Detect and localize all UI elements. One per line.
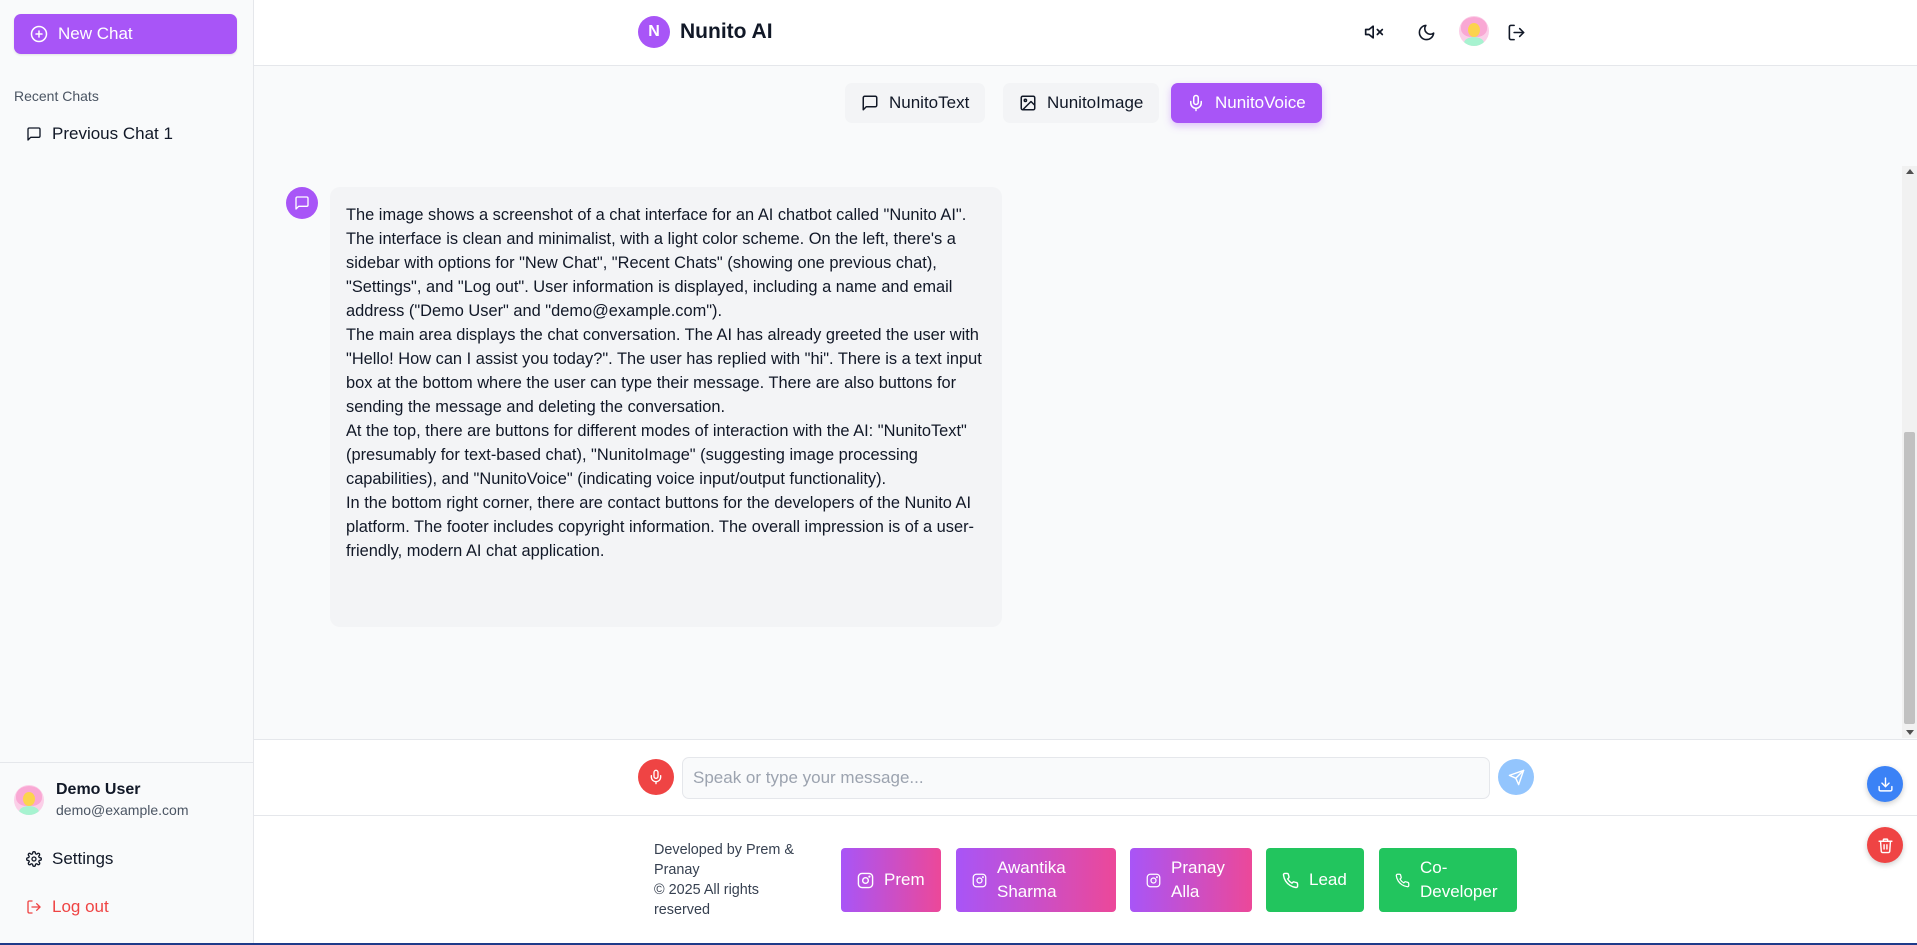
tab-label: NunitoImage xyxy=(1047,93,1144,112)
chat-scrollbar[interactable] xyxy=(1902,166,1917,738)
instagram-icon xyxy=(1146,873,1161,887)
new-chat-button[interactable]: New Chat xyxy=(14,14,237,54)
volume-mute-icon xyxy=(1364,25,1384,39)
contact-button-co-developer[interactable]: Co-Developer xyxy=(1379,848,1517,912)
new-chat-label: New Chat xyxy=(58,24,133,43)
user-email: demo@example.com xyxy=(56,802,189,818)
contact-label: Lead xyxy=(1309,870,1347,889)
contact-button-prem[interactable]: Prem xyxy=(841,848,941,912)
send-button[interactable] xyxy=(1498,759,1534,795)
top-header: N Nunito AI xyxy=(254,0,1917,66)
logout-button[interactable]: Log out xyxy=(26,897,109,917)
assistant-message: The image shows a screenshot of a chat i… xyxy=(330,187,1002,627)
brand: N Nunito AI xyxy=(638,16,773,48)
message-paragraph: The interface is clean and minimalist, w… xyxy=(346,230,956,320)
settings-label: Settings xyxy=(52,849,114,868)
footer-credits: Developed by Prem & Pranay © 2025 All ri… xyxy=(654,840,804,920)
trash-icon xyxy=(1877,837,1893,853)
tab-nunito-image[interactable]: NunitoImage xyxy=(1003,83,1160,123)
message-square-icon xyxy=(862,95,878,111)
plus-circle-icon xyxy=(30,25,48,43)
voice-input-button[interactable] xyxy=(638,759,674,795)
contact-label: Awantika Sharma xyxy=(997,858,1066,901)
gear-icon xyxy=(26,851,42,867)
recent-chat-label: Previous Chat 1 xyxy=(52,124,173,143)
settings-button[interactable]: Settings xyxy=(26,849,113,869)
contact-label: Pranay Alla xyxy=(1171,858,1225,901)
message-input[interactable] xyxy=(682,757,1490,799)
scroll-up-arrow[interactable] xyxy=(1906,169,1914,174)
user-info: Demo User demo@example.com xyxy=(14,781,189,818)
logout-icon xyxy=(1508,24,1524,40)
footer: Developed by Prem & Pranay © 2025 All ri… xyxy=(254,815,1917,943)
header-logout-button[interactable] xyxy=(1504,20,1528,44)
user-name: Demo User xyxy=(56,781,141,798)
tab-label: NunitoText xyxy=(889,93,970,112)
phone-icon xyxy=(1395,873,1410,887)
message-paragraph: The image shows a screenshot of a chat i… xyxy=(346,206,967,224)
message-composer xyxy=(254,739,1917,815)
bot-avatar xyxy=(286,187,318,219)
message-square-icon xyxy=(295,196,309,210)
contact-label: Prem xyxy=(884,870,925,889)
contact-button-pranay[interactable]: Pranay Alla xyxy=(1130,848,1252,912)
instagram-icon xyxy=(972,873,987,887)
avatar xyxy=(14,784,44,815)
logout-label: Log out xyxy=(52,897,109,916)
phone-icon xyxy=(1282,872,1299,888)
tab-nunito-voice[interactable]: NunitoVoice xyxy=(1171,83,1322,123)
tab-label: NunitoVoice xyxy=(1215,93,1306,112)
contact-button-awantika[interactable]: Awantika Sharma xyxy=(956,848,1116,912)
mic-icon xyxy=(1190,94,1202,112)
message-paragraph: The main area displays the chat conversa… xyxy=(346,326,982,416)
message-paragraph: In the bottom right corner, there are co… xyxy=(346,494,974,560)
developer-credit: Developed by Prem & Pranay xyxy=(654,842,794,878)
send-icon xyxy=(1508,769,1524,785)
brand-logo: N xyxy=(638,16,670,48)
header-avatar[interactable] xyxy=(1459,16,1489,46)
tab-nunito-text[interactable]: NunitoText xyxy=(845,83,986,123)
theme-toggle-button[interactable] xyxy=(1414,20,1438,44)
copyright: © 2025 All rights reserved xyxy=(654,882,759,918)
image-icon xyxy=(1020,95,1036,111)
sidebar-footer: Demo User demo@example.com Settings Log … xyxy=(0,762,254,945)
brand-title: Nunito AI xyxy=(680,20,773,43)
download-icon xyxy=(1877,776,1893,792)
mute-button[interactable] xyxy=(1362,20,1386,44)
message-paragraph: At the top, there are buttons for differ… xyxy=(346,422,967,488)
scroll-thumb[interactable] xyxy=(1904,432,1915,724)
recent-chat-item[interactable]: Previous Chat 1 xyxy=(26,124,173,144)
download-chat-button[interactable] xyxy=(1867,766,1903,802)
instagram-icon xyxy=(857,872,874,888)
scroll-down-arrow[interactable] xyxy=(1906,730,1914,735)
moon-icon xyxy=(1418,24,1434,40)
delete-chat-button[interactable] xyxy=(1867,827,1903,863)
message-square-icon xyxy=(27,127,41,141)
recent-chats-heading: Recent Chats xyxy=(14,88,99,104)
mic-icon xyxy=(650,769,662,785)
contact-label: Co-Developer xyxy=(1420,858,1498,901)
contact-button-lead[interactable]: Lead xyxy=(1266,848,1364,912)
logout-icon xyxy=(27,900,41,914)
sidebar: New Chat Recent Chats Previous Chat 1 De… xyxy=(0,0,254,945)
